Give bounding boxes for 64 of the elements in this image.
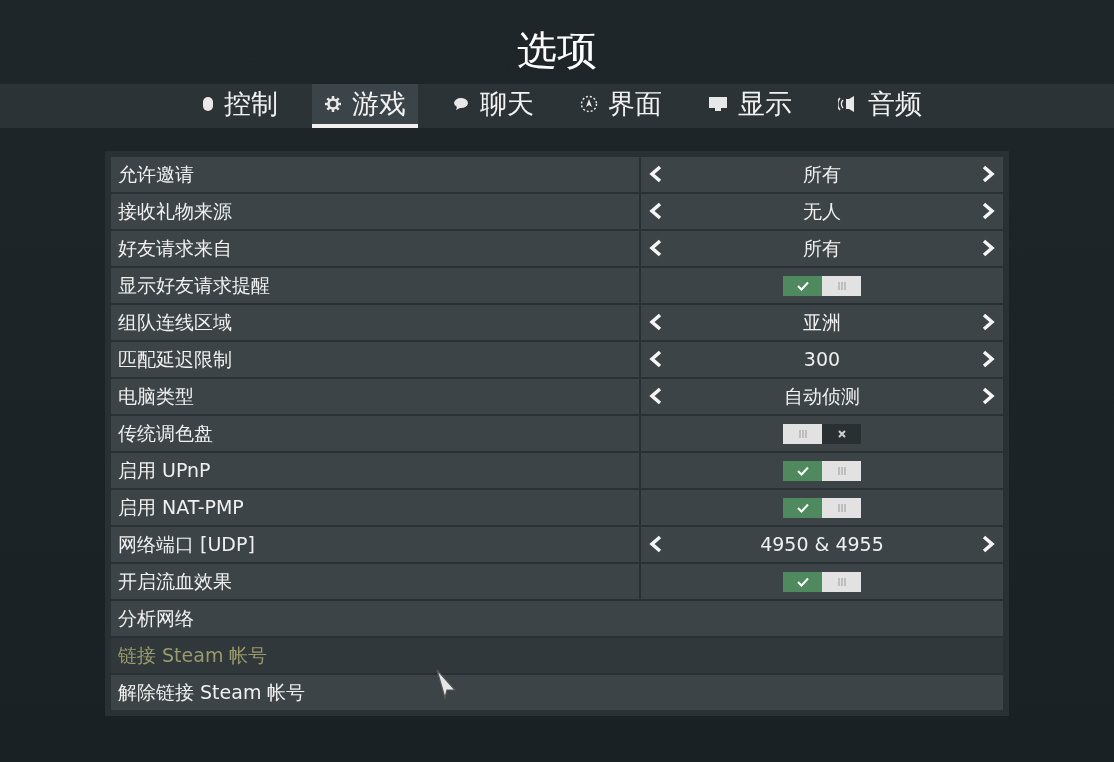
setting-value: 自动侦测 [784, 384, 860, 410]
speech-bubble-icon [452, 96, 470, 112]
setting-label: 启用 NAT-PMP [111, 490, 639, 525]
next-arrow-icon[interactable] [981, 387, 995, 405]
action-button[interactable]: 分析网络 [111, 601, 1003, 636]
tab[interactable]: 界面 [568, 84, 674, 128]
toggle-switch[interactable] [783, 460, 861, 481]
setting-label: 启用 UPnP [111, 453, 639, 488]
setting-value: 4950 & 4955 [760, 532, 884, 558]
setting-value: 亚洲 [803, 310, 841, 336]
setting-value: 无人 [803, 199, 841, 225]
next-arrow-icon[interactable] [981, 350, 995, 368]
action-button[interactable]: 解除链接 Steam 帐号 [111, 675, 1003, 710]
grip-icon [836, 280, 847, 291]
action-button[interactable]: 链接 Steam 帐号 [111, 638, 1003, 673]
previous-arrow-icon[interactable] [649, 387, 663, 405]
next-arrow-icon[interactable] [981, 239, 995, 257]
setting-value: 所有 [803, 162, 841, 188]
tab[interactable]: 游戏 [312, 84, 418, 128]
setting-label: 传统调色盘 [111, 416, 639, 451]
gear-icon [324, 95, 342, 113]
tab[interactable]: 聊天 [440, 84, 546, 128]
checkmark-icon [796, 465, 809, 476]
next-arrow-icon[interactable] [981, 535, 995, 553]
toggle-switch[interactable] [783, 571, 861, 592]
tab[interactable]: 音频 [826, 84, 934, 128]
grip-icon [836, 502, 847, 513]
page-title: 选项 [517, 26, 597, 75]
setting-label: 允许邀请 [111, 157, 639, 192]
setting-label: 开启流血效果 [111, 564, 639, 599]
setting-label: 好友请求来自 [111, 231, 639, 266]
mouse-icon [202, 96, 214, 112]
previous-arrow-icon[interactable] [649, 313, 663, 331]
setting-label: 电脑类型 [111, 379, 639, 414]
setting-label: 网络端口 [UDP] [111, 527, 639, 562]
tab[interactable]: 控制 [190, 84, 290, 128]
setting-label: 组队连线区域 [111, 305, 639, 340]
previous-arrow-icon[interactable] [649, 350, 663, 368]
checkmark-icon [796, 280, 809, 291]
checkmark-icon [796, 502, 809, 513]
setting-label: 匹配延迟限制 [111, 342, 639, 377]
toggle-switch[interactable] [783, 275, 861, 296]
setting-label: 接收礼物来源 [111, 194, 639, 229]
next-arrow-icon[interactable] [981, 202, 995, 220]
toggle-switch[interactable] [783, 423, 861, 444]
cursor-icon [435, 668, 457, 700]
monitor-icon [708, 96, 728, 112]
previous-arrow-icon[interactable] [649, 535, 663, 553]
cross-icon [836, 428, 847, 439]
tab[interactable]: 显示 [696, 84, 804, 128]
setting-value: 300 [803, 347, 841, 373]
previous-arrow-icon[interactable] [649, 165, 663, 183]
next-arrow-icon[interactable] [981, 313, 995, 331]
compass-icon [580, 95, 598, 113]
setting-value: 所有 [803, 236, 841, 262]
setting-label: 显示好友请求提醒 [111, 268, 639, 303]
next-arrow-icon[interactable] [981, 165, 995, 183]
grip-icon [836, 576, 847, 587]
grip-icon [836, 465, 847, 476]
grip-icon [797, 428, 808, 439]
toggle-switch[interactable] [783, 497, 861, 518]
checkmark-icon [796, 576, 809, 587]
previous-arrow-icon[interactable] [649, 239, 663, 257]
previous-arrow-icon[interactable] [649, 202, 663, 220]
